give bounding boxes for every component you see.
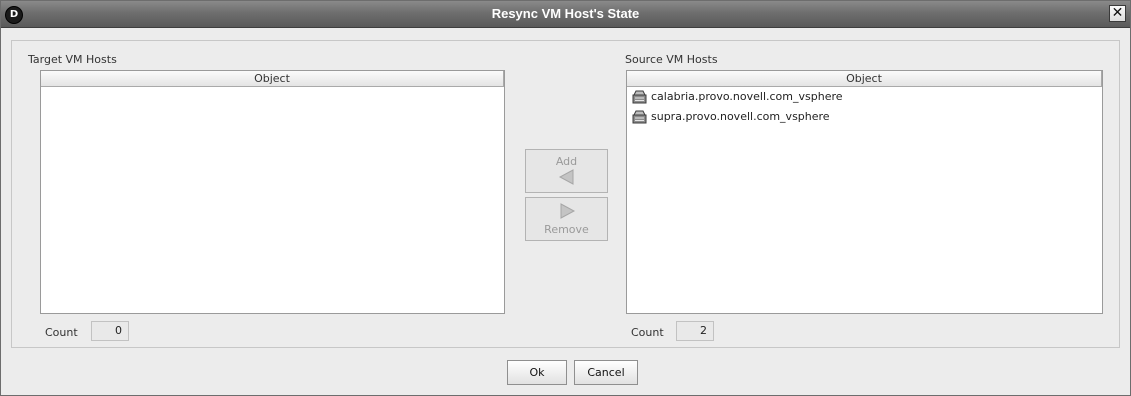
close-button[interactable]: ✕ — [1109, 5, 1126, 22]
arrow-right-icon — [560, 203, 575, 219]
list-item-label: calabria.provo.novell.com_vsphere — [651, 90, 843, 103]
source-count-label: Count — [631, 326, 664, 339]
source-object-column-header[interactable]: Object — [627, 71, 1102, 87]
content-panel: Target VM Hosts Object Count 0 Add Remov… — [11, 40, 1120, 348]
source-count-value: 2 — [676, 321, 714, 341]
cancel-button[interactable]: Cancel — [574, 360, 638, 385]
source-vm-hosts-label: Source VM Hosts — [625, 53, 718, 66]
target-vm-hosts-list[interactable]: Object — [40, 70, 505, 314]
vm-host-icon — [632, 110, 647, 124]
add-button-label: Add — [555, 155, 578, 168]
list-item[interactable]: calabria.provo.novell.com_vsphere — [627, 87, 1102, 107]
title-bar[interactable]: D Resync VM Host's State ✕ — [1, 1, 1130, 28]
window-title: Resync VM Host's State — [491, 6, 640, 21]
list-item[interactable]: supra.provo.novell.com_vsphere — [627, 107, 1102, 127]
vm-host-icon — [632, 90, 647, 104]
remove-button[interactable]: Remove — [525, 197, 608, 241]
add-button[interactable]: Add — [525, 149, 608, 193]
remove-button-label: Remove — [544, 223, 589, 236]
source-vm-hosts-list[interactable]: Object calabria.provo.novell.com_vsphere… — [626, 70, 1103, 314]
close-icon: ✕ — [1111, 5, 1124, 21]
list-item-label: supra.provo.novell.com_vsphere — [651, 110, 830, 123]
target-object-column-header[interactable]: Object — [41, 71, 504, 87]
target-count-value: 0 — [91, 321, 129, 341]
target-vm-hosts-label: Target VM Hosts — [28, 53, 117, 66]
target-count-label: Count — [45, 326, 78, 339]
source-list-body: calabria.provo.novell.com_vsphere supra.p… — [627, 87, 1102, 127]
arrow-left-icon — [558, 169, 573, 185]
dialog-window: D Resync VM Host's State ✕ Target VM Hos… — [0, 0, 1131, 396]
ok-button[interactable]: Ok — [507, 360, 567, 385]
